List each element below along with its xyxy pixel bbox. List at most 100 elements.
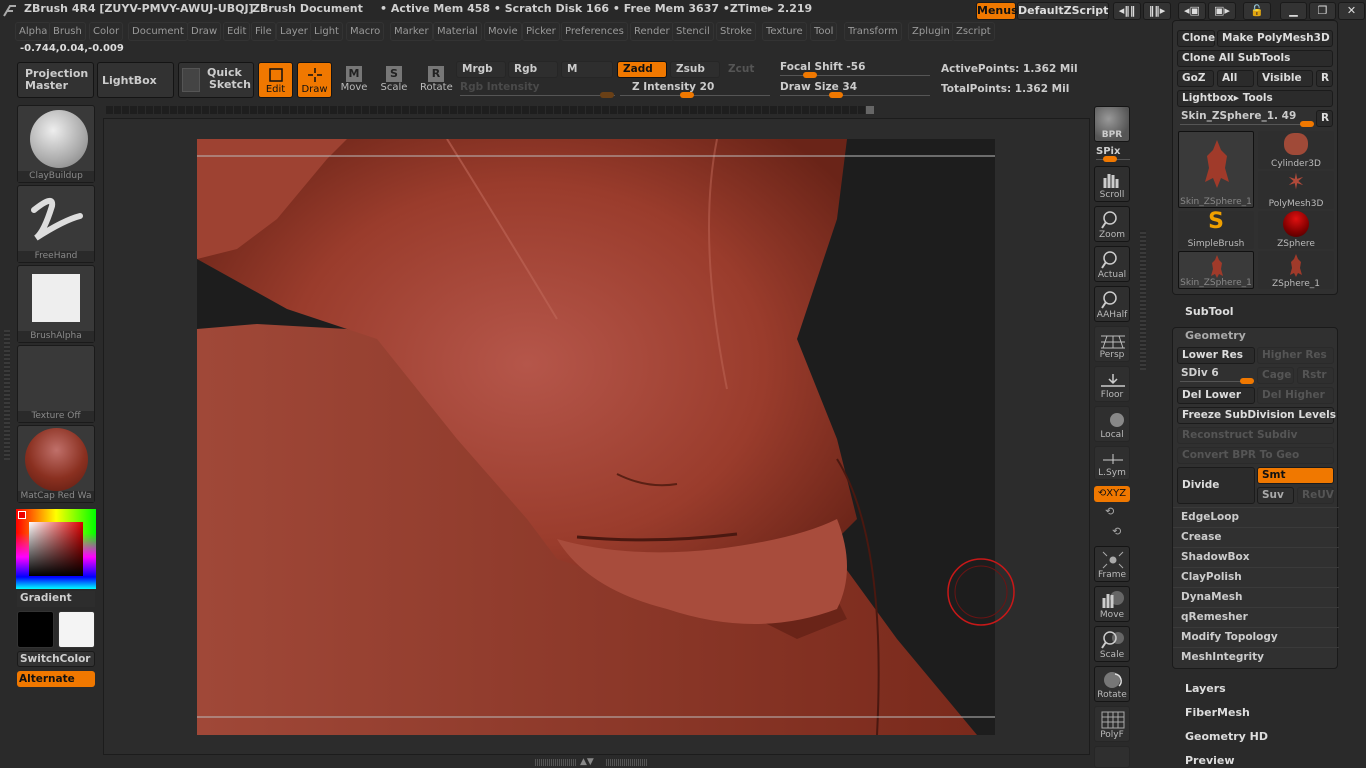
tool-thumb-polymesh3d[interactable]: ✶ PolyMesh3D <box>1258 171 1334 209</box>
alpha-selector[interactable]: BrushAlpha <box>17 265 95 343</box>
reconstruct-subdiv-button[interactable]: Reconstruct Subdiv <box>1177 427 1334 444</box>
move-mode-button[interactable]: M Move <box>340 66 368 93</box>
tool-thumb-cylinder3d[interactable]: Cylinder3D <box>1258 131 1334 169</box>
rgb-intensity-track[interactable] <box>460 95 615 96</box>
geometry-item-shadowbox[interactable]: ShadowBox <box>1173 547 1339 567</box>
lock-icon[interactable]: 🔓 <box>1243 2 1271 20</box>
bpr-button[interactable]: BPR <box>1094 106 1130 142</box>
tool-slider-track[interactable] <box>1180 124 1310 125</box>
goz-visible-button[interactable]: Visible <box>1257 70 1313 87</box>
freeze-subdivision-levels-button[interactable]: Freeze SubDivision Levels <box>1177 407 1336 424</box>
menu-stencil[interactable]: Stencil <box>672 22 714 41</box>
menu-alpha[interactable]: Alpha <box>15 22 52 41</box>
lightbox-tools-button[interactable]: Lightbox▸ Tools <box>1177 90 1333 107</box>
stroke-selector[interactable]: FreeHand <box>17 185 95 263</box>
brush-selector[interactable]: ClayBuildup <box>17 105 95 183</box>
rotate-y-icon[interactable]: ⟲ <box>1105 505 1114 518</box>
suv-toggle[interactable]: Suv <box>1257 487 1294 504</box>
tool-thumb-zsphere[interactable]: ZSphere <box>1258 211 1334 249</box>
menu-stroke[interactable]: Stroke <box>716 22 756 41</box>
tool-slider-knob[interactable] <box>1300 121 1314 127</box>
secondary-color-swatch[interactable] <box>58 611 95 648</box>
sculpt-canvas[interactable] <box>197 139 995 735</box>
menu-brush[interactable]: Brush <box>49 22 86 41</box>
scroll-button[interactable]: Scroll <box>1094 166 1130 202</box>
geometry-item-meshintegrity[interactable]: MeshIntegrity <box>1173 647 1339 667</box>
menu-marker[interactable]: Marker <box>390 22 433 41</box>
section-layers[interactable]: Layers <box>1185 682 1226 695</box>
zsub-button[interactable]: Zsub <box>670 61 720 78</box>
prev-layout-icon[interactable]: ◂▣ <box>1178 2 1206 20</box>
rotate-z-icon[interactable]: ⟲ <box>1112 525 1121 538</box>
m-button[interactable]: M <box>561 61 613 78</box>
alternate-button[interactable]: Alternate <box>17 671 95 687</box>
scroll-right-icon[interactable]: ‖‖▸ <box>1143 2 1171 20</box>
switch-color-button[interactable]: SwitchColor <box>17 651 95 667</box>
polyf-button[interactable]: PolyF <box>1094 706 1130 742</box>
left-tray-handle[interactable] <box>4 330 10 460</box>
projection-master-button[interactable]: Projection Master <box>17 62 94 98</box>
menu-render[interactable]: Render <box>630 22 674 41</box>
rotate-mode-button[interactable]: R Rotate <box>420 66 453 93</box>
del-higher-button[interactable]: Del Higher <box>1257 387 1334 404</box>
lightbox-button[interactable]: LightBox <box>97 62 174 98</box>
draw-size-track[interactable] <box>780 95 930 96</box>
draw-mode-button[interactable]: Draw <box>297 62 332 98</box>
shelf-scroll-thumb[interactable] <box>866 106 874 114</box>
menu-color[interactable]: Color <box>89 22 124 41</box>
rotate-view-button[interactable]: Rotate <box>1094 666 1130 702</box>
bottom-tray-handle-right[interactable] <box>606 759 648 766</box>
bottom-tray-handle-left[interactable] <box>535 759 577 766</box>
floor-button[interactable]: Floor <box>1094 366 1130 402</box>
goz-button[interactable]: GoZ <box>1177 70 1214 87</box>
main-color-swatch[interactable] <box>17 611 54 648</box>
geometry-item-qremesher[interactable]: qRemesher <box>1173 607 1339 627</box>
focal-shift-knob[interactable] <box>803 72 817 78</box>
geometry-item-edgeloop[interactable]: EdgeLoop <box>1173 507 1339 527</box>
menu-edit[interactable]: Edit <box>223 22 251 41</box>
section-fibermesh[interactable]: FiberMesh <box>1185 706 1250 719</box>
lower-res-button[interactable]: Lower Res <box>1177 347 1255 364</box>
clone-all-subtools-button[interactable]: Clone All SubTools <box>1177 50 1333 67</box>
z-intensity-knob[interactable] <box>680 92 694 98</box>
menu-tool[interactable]: Tool <box>810 22 838 41</box>
persp-button[interactable]: Persp <box>1094 326 1130 362</box>
menu-movie[interactable]: Movie <box>484 22 522 41</box>
menu-preferences[interactable]: Preferences <box>561 22 628 41</box>
frame-button[interactable]: Frame <box>1094 546 1130 582</box>
zoom-button[interactable]: Zoom <box>1094 206 1130 242</box>
xyz-rotate-button[interactable]: ⟲XYZ <box>1094 486 1130 502</box>
next-layout-icon[interactable]: ▣▸ <box>1208 2 1236 20</box>
rgb-intensity-knob[interactable] <box>600 92 614 98</box>
scale-view-button[interactable]: Scale <box>1094 626 1130 662</box>
section-geometry-hd[interactable]: Geometry HD <box>1185 730 1268 743</box>
minimize-icon[interactable]: ▁ <box>1280 2 1307 20</box>
transp-button[interactable] <box>1094 746 1130 768</box>
sdiv-knob[interactable] <box>1240 378 1254 384</box>
tool-thumb-simplebrush[interactable]: S SimpleBrush <box>1178 209 1254 249</box>
material-selector[interactable]: MatCap Red Wa <box>17 425 95 503</box>
geometry-item-dynamesh[interactable]: DynaMesh <box>1173 587 1339 607</box>
menu-transform[interactable]: Transform <box>844 22 902 41</box>
clone-button[interactable]: Clone <box>1177 30 1215 47</box>
reuv-button[interactable]: ReUV <box>1297 487 1334 504</box>
scroll-left-icon[interactable]: ◂‖‖ <box>1113 2 1141 20</box>
section-preview[interactable]: Preview <box>1185 754 1235 767</box>
shelf-scrollbar[interactable] <box>106 106 874 114</box>
menu-macro[interactable]: Macro <box>346 22 385 41</box>
color-saturation-square[interactable] <box>29 522 83 576</box>
make-polymesh3d-button[interactable]: Make PolyMesh3D <box>1217 30 1333 47</box>
lsym-button[interactable]: L.Sym <box>1094 446 1130 480</box>
higher-res-button[interactable]: Higher Res <box>1257 347 1334 364</box>
smt-toggle[interactable]: Smt <box>1257 467 1334 484</box>
scale-mode-button[interactable]: S Scale <box>380 66 408 93</box>
menu-layer[interactable]: Layer <box>276 22 312 41</box>
quick-sketch-button[interactable]: Quick Sketch <box>178 62 254 98</box>
divide-button[interactable]: Divide <box>1177 467 1255 504</box>
zcut-button[interactable]: Zcut <box>722 61 772 78</box>
mrgb-button[interactable]: Mrgb <box>456 61 506 78</box>
edit-mode-button[interactable]: Edit <box>258 62 293 98</box>
rstr-button[interactable]: Rstr <box>1297 367 1334 384</box>
menu-picker[interactable]: Picker <box>522 22 560 41</box>
default-zscript-button[interactable]: DefaultZScript <box>1017 2 1109 20</box>
